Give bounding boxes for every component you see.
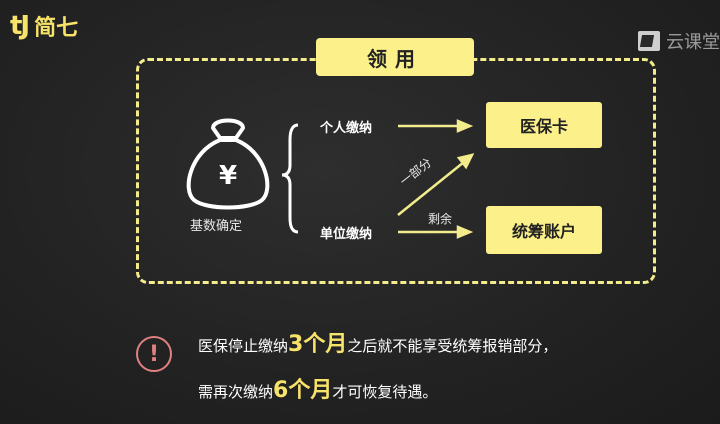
medical-card-box: 医保卡 (486, 102, 602, 148)
flow-diagram: ¥ (186, 118, 475, 239)
branch-bracket (281, 123, 299, 234)
employer-label: 单位缴纳 (320, 227, 373, 242)
note-1-highlight: 3个月 (288, 332, 348, 357)
warning-icon: ! (136, 336, 172, 372)
note-2-highlight: 6个月 (273, 378, 333, 403)
note-1-pre: 医保停止缴纳 (198, 337, 289, 355)
yen-symbol: ¥ (219, 161, 237, 191)
note-2-post: 才可恢复待遇。 (332, 383, 438, 401)
note-1-post: 之后就不能享受统筹报销部分， (347, 337, 558, 355)
personal-label: 个人缴纳 (320, 121, 373, 136)
base-label: 基数确定 (190, 219, 243, 234)
note-2-pre: 需再次缴纳 (198, 383, 274, 401)
remainder-label: 剩余 (428, 212, 453, 226)
note-line-1: 医保停止缴纳3个月之后就不能享受统筹报销部分， (198, 326, 557, 358)
note-line-2: 需再次缴纳6个月才可恢复待遇。 (198, 372, 437, 404)
pool-account-box: 统筹账户 (486, 206, 602, 254)
